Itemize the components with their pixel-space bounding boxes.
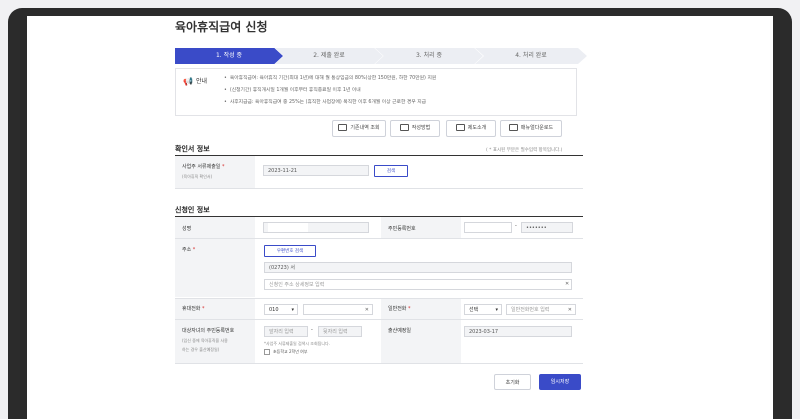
reset-button[interactable]: 초기화 [494,374,531,390]
date-label-cell [175,156,255,188]
date-label: 사업주 서류제출일 * [182,164,225,170]
rrn-back-field[interactable]: ••••••• [521,222,573,233]
phone-number-input[interactable]: 일반전화번호 입력 ✕ [506,304,576,315]
step-2: 2. 제출 완료 [275,48,383,64]
manual-label: 매뉴얼다운로드 [520,125,554,131]
mobile-number-input[interactable]: ✕ [303,304,373,315]
guide-item: 육아휴직급여: 육아휴직 기간(최대 1년)에 대해 월 통상임금의 80%(상… [224,73,436,85]
divider [175,363,583,364]
rrn-label: 주민등록번호 [388,226,416,232]
rrn-dash: - [515,223,517,229]
address-field[interactable]: (02723) 서 [264,262,572,273]
application-page: 육아휴직급여 신청 1. 작성 중 2. 제출 완료 3. 처리 중 4. 처리… [27,16,773,419]
mobile-label: 휴대전화 * [182,306,205,312]
chevron-down-icon: ▾ [495,307,498,313]
step-1: 1. 작성 중 [175,48,283,64]
search-button[interactable]: 검색 [374,165,408,177]
guide-box: 📢 안내 육아휴직급여: 육아휴직 기간(최대 1년)에 대해 월 통상임금의 … [175,68,577,116]
clear-icon[interactable]: ✕ [365,305,369,316]
search-icon [338,124,348,131]
mobile-prefix-select[interactable]: 010 ▾ [264,304,298,315]
address-detail-input[interactable]: 신청인 주소 상세정보 입력 [264,279,572,290]
howto-button[interactable]: 작성방법 [390,120,440,137]
child-sublabel-1: (임신 중에 육아휴직을 사용 [182,338,228,343]
divider [175,188,583,189]
child-sublabel-2: 하는 경우 출산예정일) [182,347,220,352]
phone-area-select[interactable]: 선택 ▾ [464,304,502,315]
chevron-down-icon: ▾ [291,307,294,313]
date-sublabel: (육아휴직 확인서) [182,174,213,179]
child-rrn-dash: - [311,327,313,333]
megaphone-icon: 📢 [183,77,193,86]
guide-item: 사후지급금: 육아휴직급여 중 25%는 (휴직한 사업장에) 복직한 이후 6… [224,97,436,109]
name-label: 성명 [182,226,192,232]
child-rrn-back-input[interactable]: 뒷자리 입력 [318,326,362,337]
clear-icon[interactable]: ✕ [568,305,572,316]
history-label: 기존내역 조회 [350,125,380,131]
clear-icon[interactable]: ✕ [565,279,569,290]
name-field[interactable] [263,222,369,233]
school-checkbox-label: 초등학교 2학년 여부 [273,349,308,354]
birth-date-field[interactable]: 2023-03-17 [464,326,572,337]
monitor-icon [508,124,518,131]
child-rrn-front-input[interactable]: 앞자리 입력 [264,326,308,337]
phone-label: 일반전화 * [388,306,411,312]
progress-stepper: 1. 작성 중 2. 제출 완료 3. 처리 중 4. 처리 완료 [175,48,587,64]
required-note: ( * 표시된 부분은 필수입력 항목입니다.) [486,148,563,153]
guide-list: 육아휴직급여: 육아휴직 기간(최대 1년)에 대해 월 통상임금의 80%(상… [224,73,436,109]
confirm-section-title: 확인서 정보 [175,145,210,153]
history-button[interactable]: 기존내역 조회 [332,120,386,137]
book-icon [455,124,465,131]
child-note: *사업주 서류제출일 검색시 조회됩니다. [264,341,330,346]
guide-label: 안내 [196,78,208,85]
intro-button[interactable]: 제도소개 [446,120,496,137]
step-3: 3. 처리 중 [375,48,483,64]
intro-label: 제도소개 [467,125,487,131]
howto-label: 작성방법 [411,125,431,131]
save-draft-button[interactable]: 임시저장 [539,374,581,390]
page-title: 육아휴직급여 신청 [175,20,268,34]
manual-download-button[interactable]: 매뉴얼다운로드 [500,120,562,137]
step-4: 4. 처리 완료 [475,48,587,64]
birth-label: 출산예정일 [388,328,412,334]
rrn-front-field[interactable] [464,222,512,233]
applicant-section-title: 신청인 정보 [175,206,210,214]
date-input[interactable]: 2023-11-21 [263,165,369,176]
child-label: 대상자녀의 주민등록번호 [182,328,235,334]
address-label: 주소 * [182,247,196,253]
document-icon [399,124,409,131]
zip-search-button[interactable]: 우편번호 검색 [264,245,316,257]
school-checkbox[interactable] [264,349,270,355]
guide-item: (신청기간) 휴직개시일 1개월 이후부터 휴직종료일 이후 1년 이내 [224,85,436,97]
